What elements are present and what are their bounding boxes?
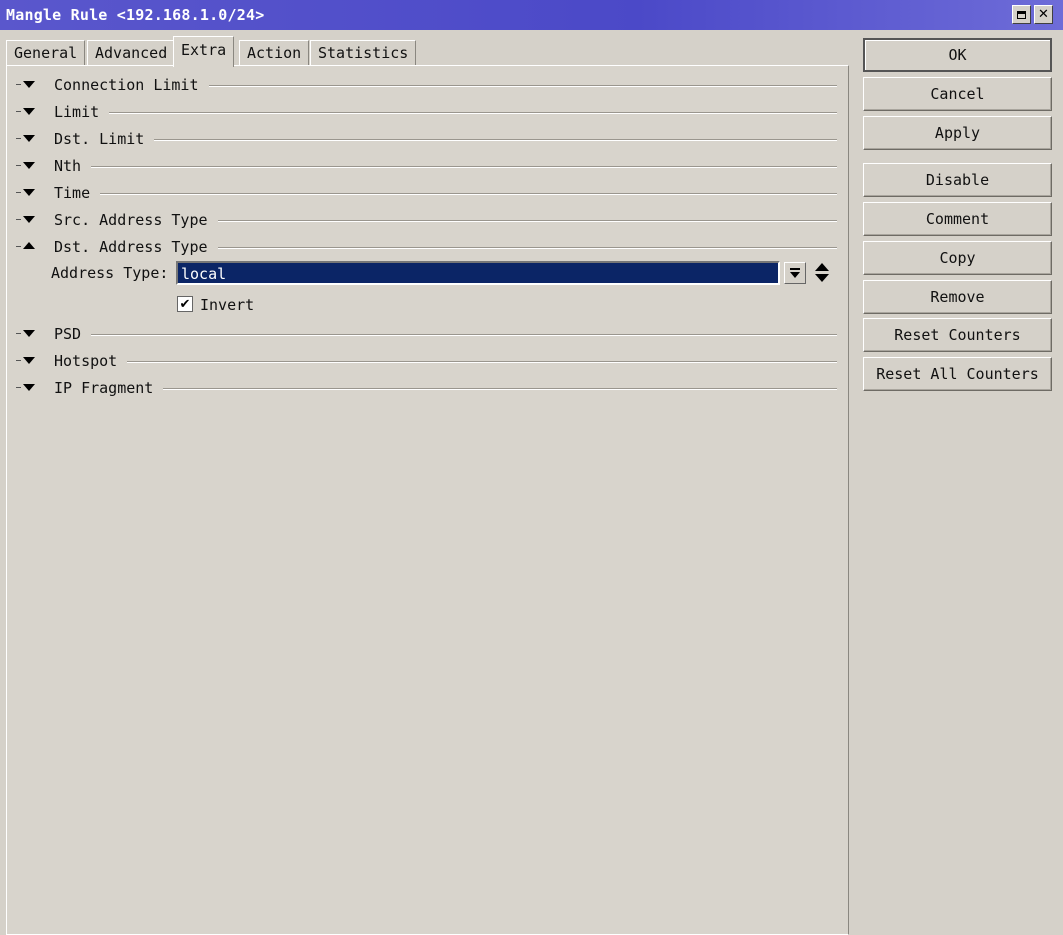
expand-arrow-icon[interactable] [16, 105, 42, 119]
section-time[interactable]: Time [16, 182, 837, 204]
invert-label[interactable]: Invert [200, 296, 254, 314]
comment-button[interactable]: Comment [863, 202, 1052, 236]
up-arrow-icon[interactable] [815, 263, 829, 271]
section-label: Hotspot [54, 352, 118, 370]
section-divider [109, 112, 837, 114]
section-src-address-type[interactable]: Src. Address Type [16, 209, 837, 231]
expand-arrow-icon[interactable] [16, 327, 42, 341]
maximize-button[interactable] [1012, 5, 1031, 24]
reset-counters-button[interactable]: Reset Counters [863, 318, 1052, 352]
ok-button[interactable]: OK [863, 38, 1052, 72]
section-label: Dst. Limit [54, 130, 145, 148]
expand-arrow-icon[interactable] [16, 186, 42, 200]
expand-arrow-icon[interactable] [16, 78, 42, 92]
expand-arrow-icon[interactable] [16, 159, 42, 173]
section-label: Time [54, 184, 91, 202]
section-label: Src. Address Type [54, 211, 208, 229]
tab-advanced[interactable]: Advanced [87, 40, 176, 66]
expand-arrow-icon[interactable] [16, 132, 42, 146]
title-bar[interactable]: Mangle Rule <192.168.1.0/24> ✕ [0, 0, 1063, 30]
disable-button[interactable]: Disable [863, 163, 1052, 197]
section-hotspot[interactable]: Hotspot [16, 350, 837, 372]
section-dst-limit[interactable]: Dst. Limit [16, 128, 837, 150]
tab-extra[interactable]: Extra [173, 36, 235, 67]
invert-checkbox[interactable]: ✔ [177, 296, 193, 312]
remove-button[interactable]: Remove [863, 280, 1052, 314]
section-divider [163, 388, 837, 390]
expand-arrow-icon[interactable] [16, 354, 42, 368]
address-type-select[interactable]: local [176, 261, 780, 285]
chevron-down-icon [790, 268, 800, 278]
section-nth[interactable]: Nth [16, 155, 837, 177]
section-label: Limit [54, 103, 100, 121]
section-ip-fragment[interactable]: IP Fragment [16, 377, 837, 399]
expand-arrow-icon[interactable] [16, 213, 42, 227]
section-divider [91, 334, 837, 336]
apply-button[interactable]: Apply [863, 116, 1052, 150]
section-divider [127, 361, 837, 363]
address-type-dropdown-button[interactable] [784, 262, 806, 284]
address-type-label: Address Type: [51, 264, 169, 282]
section-divider [100, 193, 837, 195]
section-divider [217, 220, 837, 222]
section-divider [208, 85, 837, 87]
tab-action[interactable]: Action [239, 40, 310, 66]
tab-statistics[interactable]: Statistics [310, 40, 417, 66]
section-dst-address-type[interactable]: Dst. Address Type [16, 236, 837, 258]
address-type-updown-icon[interactable] [814, 262, 830, 284]
close-icon: ✕ [1038, 7, 1049, 22]
section-divider [91, 166, 837, 168]
reset-all-counters-button[interactable]: Reset All Counters [863, 357, 1052, 391]
window-title: Mangle Rule <192.168.1.0/24> [6, 6, 265, 24]
section-connection-limit[interactable]: Connection Limit [16, 74, 837, 96]
section-label: PSD [54, 325, 82, 343]
maximize-icon [1017, 10, 1026, 19]
expand-arrow-icon[interactable] [16, 381, 42, 395]
collapse-arrow-icon[interactable] [16, 240, 42, 254]
section-divider [217, 247, 837, 249]
tab-general[interactable]: General [6, 40, 86, 66]
down-arrow-icon[interactable] [815, 274, 829, 282]
section-label: IP Fragment [54, 379, 154, 397]
section-divider [154, 139, 837, 141]
close-button[interactable]: ✕ [1034, 5, 1053, 24]
copy-button[interactable]: Copy [863, 241, 1052, 275]
section-label: Nth [54, 157, 82, 175]
section-psd[interactable]: PSD [16, 323, 837, 345]
section-label: Dst. Address Type [54, 238, 208, 256]
section-label: Connection Limit [54, 76, 199, 94]
section-limit[interactable]: Limit [16, 101, 837, 123]
cancel-button[interactable]: Cancel [863, 77, 1052, 111]
